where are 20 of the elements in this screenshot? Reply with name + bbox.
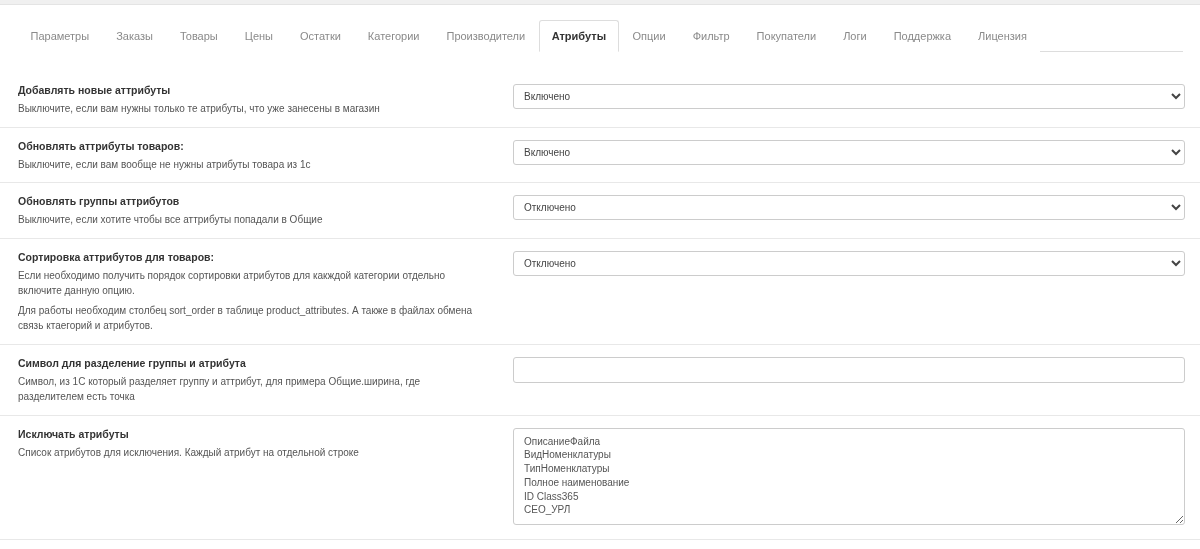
setting-title: Символ для разделение группы и атрибута (18, 355, 247, 370)
setting-description: Если необходимо получить порядок сортировки атрибутов для какждой категории отдельно включите данную опцию. (18, 268, 447, 298)
input-field[interactable] (513, 356, 1185, 383)
setting-title: Исключать атрибуты (18, 426, 130, 441)
select-field[interactable]: Отключено (513, 250, 1185, 276)
select-field[interactable]: Включено (513, 84, 1185, 109)
setting-description: Выключите, если вам вообще не нужны атрибуты товара из 1с (18, 157, 312, 172)
setting-description: Выключите, если хотите чтобы все аттрибуты попадали в Общие (18, 213, 324, 227)
textarea-field[interactable]: ОписаниеФайла ВидНоменклатуры ТипНоменклатуры Полное наименование ID Class365 СЕО_УРЛ (513, 427, 1185, 525)
setting-title: Сортировка аттрибутов для товаров: (18, 249, 215, 264)
setting-description: Для работы необходим столбец sort_order в таблице product_attributes. А также в файлах обмена связь ктаегорий и атрибутов. (18, 303, 474, 333)
select-field[interactable]: Включено (513, 139, 1185, 165)
select-field[interactable]: Отключено (513, 195, 1185, 220)
setting-title: Обновлять группы аттрибутов (18, 194, 181, 208)
tab[interactable]: Атрибуты (538, 20, 620, 52)
setting-description: Список атрибутов для исключения. Каждый атрибут на отдельной строке (18, 445, 360, 460)
setting-description: Символ, из 1С который разделяет группу и аттрибут, для примера Общие.ширина, где разделителем есть точка (18, 374, 422, 404)
setting-description: Выключите, если вам нужны только те атрибуты, что уже занесены в магазин (18, 102, 381, 116)
setting-title: Обновлять аттрибуты товаров: (18, 138, 185, 153)
setting-title: Добавлять новые аттрибуты (18, 83, 172, 97)
